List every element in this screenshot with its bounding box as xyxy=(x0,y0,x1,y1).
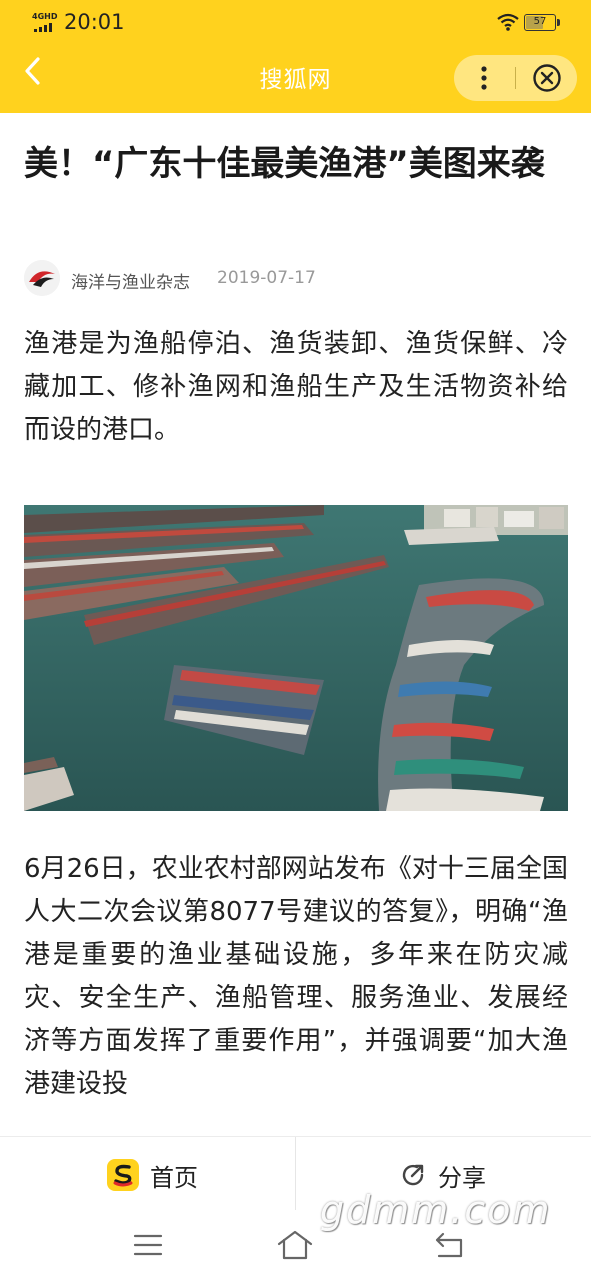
more-vertical-icon xyxy=(481,66,487,90)
mini-program-capsule xyxy=(454,55,577,101)
author-name[interactable]: 海洋与渔业杂志 xyxy=(71,268,190,293)
battery-icon: 57 xyxy=(524,14,556,31)
publish-date: 2019-07-17 xyxy=(217,268,316,288)
share-icon xyxy=(402,1164,424,1186)
author-logo-icon xyxy=(24,260,60,296)
network-indicator: 4GHD xyxy=(32,12,58,32)
sohu-logo-icon xyxy=(107,1159,139,1191)
app-header: 4GHD 20:01 57 搜狐网 xyxy=(0,0,591,113)
wifi-icon xyxy=(497,13,519,31)
harbor-image xyxy=(24,505,568,811)
home-button[interactable]: 首页 xyxy=(0,1137,295,1211)
home-nav-icon[interactable] xyxy=(276,1228,314,1262)
watermark: gdmm.com xyxy=(320,1188,552,1232)
author-row: 海洋与渔业杂志 2019-07-17 xyxy=(24,258,568,298)
article-paragraph: 渔港是为渔船停泊、渔货装卸、渔货保鲜、冷藏加工、修补渔网和渔船生产及生活物资补给… xyxy=(24,329,568,445)
status-time: 20:01 xyxy=(64,10,125,34)
article-paragraph: 6月26日，农业农村部网站发布《对十三届全国人大二次会议第8077号建议的答复》… xyxy=(24,854,568,1099)
article-title: 美！“广东十佳最美渔港”美图来袭 xyxy=(24,144,545,184)
signal-icon xyxy=(34,23,52,32)
close-button[interactable] xyxy=(516,55,577,101)
avatar[interactable] xyxy=(24,260,60,296)
page-title: 搜狐网 xyxy=(259,67,332,93)
more-button[interactable] xyxy=(454,55,514,101)
close-icon xyxy=(532,64,561,92)
status-bar: 4GHD 20:01 57 xyxy=(0,0,591,45)
back-nav-icon[interactable] xyxy=(433,1230,467,1260)
home-label: 首页 xyxy=(150,1164,198,1192)
harbor-photo[interactable] xyxy=(24,505,568,811)
chevron-left-icon xyxy=(25,57,40,85)
battery-level: 57 xyxy=(533,16,547,27)
network-label: 4GHD xyxy=(32,12,58,21)
back-button[interactable] xyxy=(18,53,50,93)
battery-tip xyxy=(557,19,560,26)
recent-apps-icon[interactable] xyxy=(133,1232,163,1258)
